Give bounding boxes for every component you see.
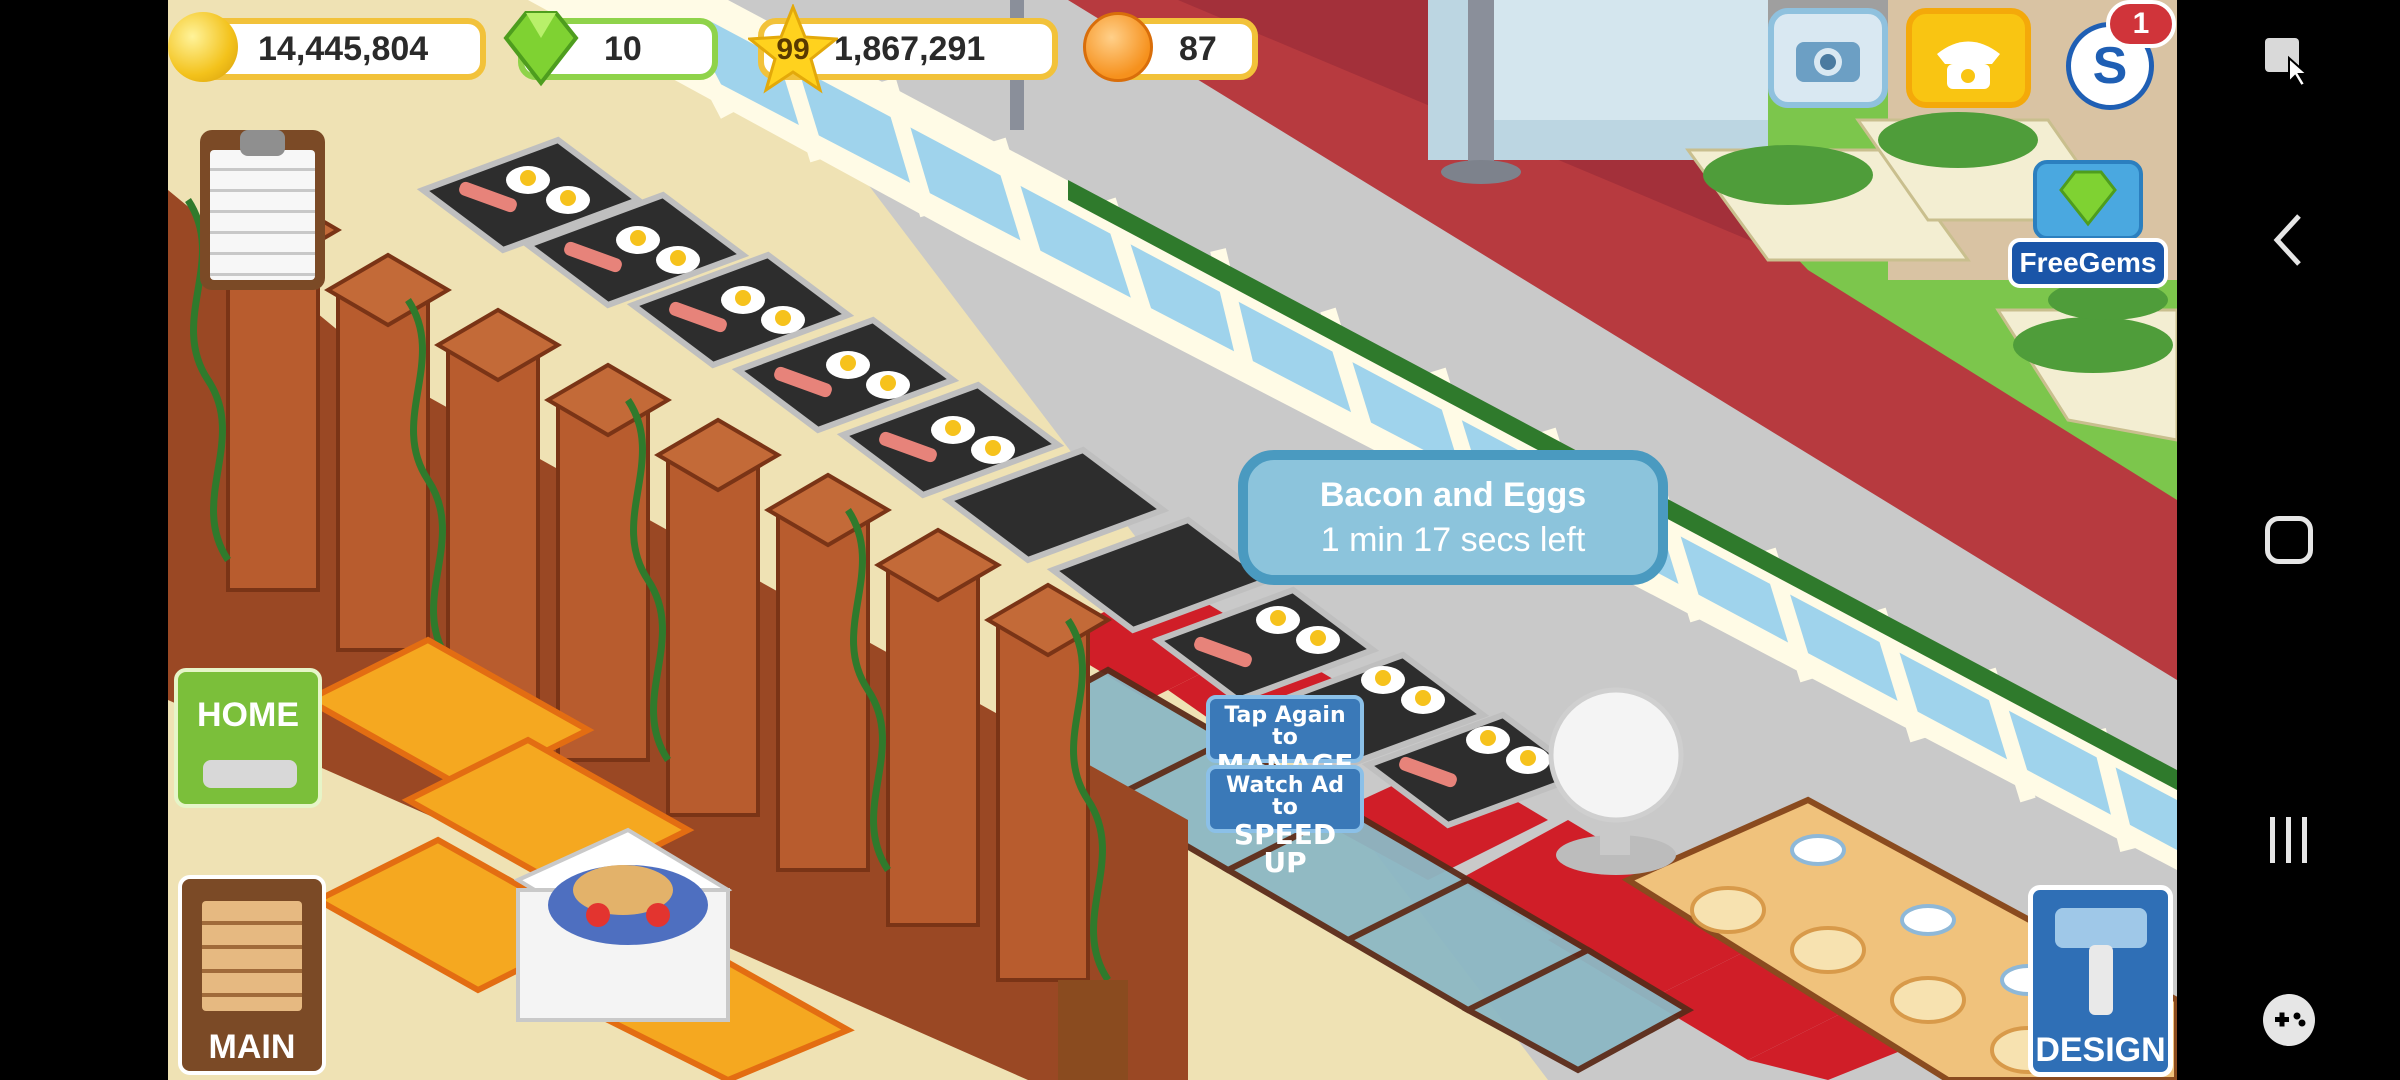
gems-value: 10 [604,29,642,68]
clipboard-icon [202,901,302,1011]
home-square-icon [2264,516,2313,564]
dish-name: Bacon and Eggs [1319,476,1587,514]
home-label: HOME [197,696,299,734]
restaurant-scene[interactable] [168,0,2177,1080]
notification-count: 1 [2132,7,2150,40]
phone-button[interactable] [1906,8,2031,108]
happiness-value: 87 [1179,29,1217,68]
xp-value: 1,867,291 [834,29,986,68]
clipboard-icon [210,150,315,280]
orders-clipboard-button[interactable] [200,130,325,290]
level-value: 99 [776,33,810,66]
main-menu-button[interactable]: MAIN [178,875,326,1075]
coins-value: 14,445,804 [258,29,429,68]
coin-icon [168,12,238,82]
sofa-icon [203,760,297,788]
recents-icon [2269,817,2307,863]
notification-badge: 1 [2106,0,2176,48]
recents-button[interactable] [2177,800,2400,880]
cooking-timer-bubble: Bacon and Eggs 1 min 17 secs left [1238,450,1668,585]
touch-lock-icon [2264,38,2310,88]
free-gems-label: FreeGems [2008,238,2168,288]
design-button[interactable]: DESIGN [2028,885,2173,1077]
free-gems-button[interactable]: FreeGems [2008,150,2168,295]
back-chevron-icon [2273,214,2301,266]
design-label: DESIGN [2035,1031,2166,1069]
camera-icon [1796,42,1860,82]
system-navigation-bar [2177,0,2400,1080]
speed-up-line1: Watch Ad to [1226,773,1344,820]
telephone-icon [1937,41,2000,89]
screen-pin-button[interactable] [2177,20,2400,100]
time-left: 1 min 17 secs left [1320,521,1586,559]
gem-icon [503,11,579,87]
gem-icon [2059,170,2117,227]
hammer-icon [2055,908,2147,1015]
tap-to-manage-button[interactable]: Tap Again to MANAGE [1206,695,1364,779]
home-nav-button[interactable] [2177,500,2400,580]
manage-line1: Tap Again to [1224,703,1346,750]
gamepad-icon [2262,994,2315,1046]
home-button[interactable]: HOME [174,668,322,808]
speed-up-button[interactable]: Watch Ad to SPEED UP [1206,765,1364,877]
smiley-face-icon [1083,12,1153,82]
main-label: MAIN [208,1028,296,1066]
game-tools-button[interactable] [2177,980,2400,1060]
game-viewport[interactable]: 14,445,804 10 1,867,291 99 87 S 1 FreeGe… [168,0,2177,1080]
back-button[interactable] [2177,200,2400,280]
camera-button[interactable] [1768,8,1888,108]
speed-up-line2: SPEED UP [1233,818,1337,879]
